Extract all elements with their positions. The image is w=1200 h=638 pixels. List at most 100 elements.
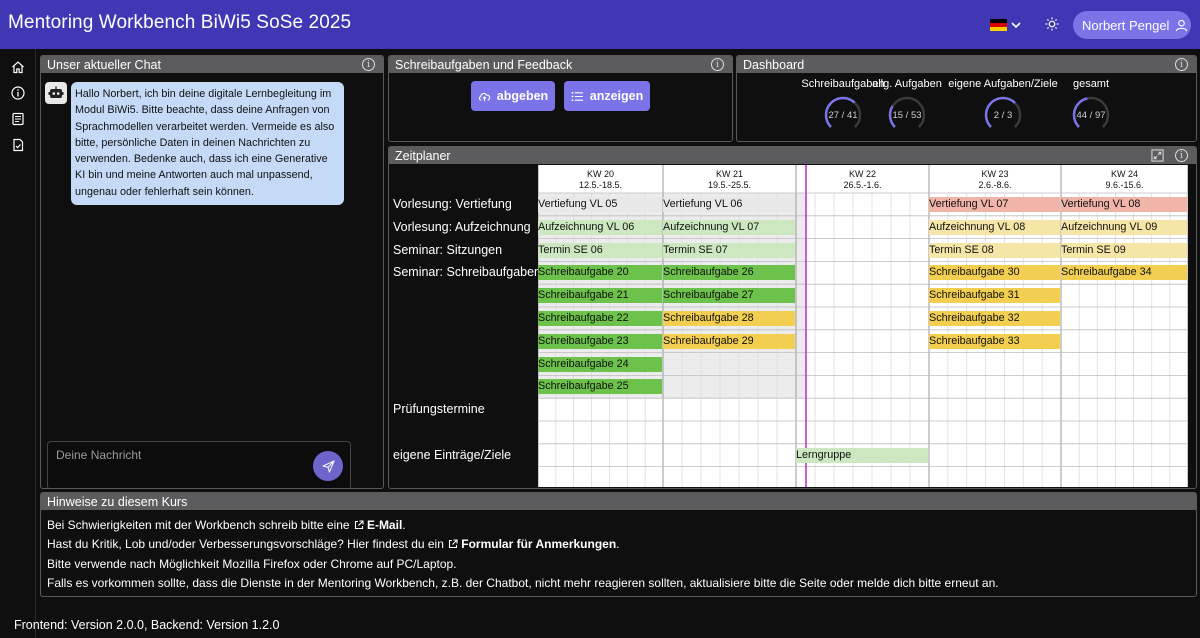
- timeline-item[interactable]: Schreibaufgabe 23: [538, 333, 662, 349]
- timeline-item[interactable]: Termin SE 09: [1061, 242, 1187, 258]
- timeline-item[interactable]: Aufzeichnung VL 08: [929, 219, 1060, 235]
- progress-gauge: 2 / 3: [983, 95, 1023, 135]
- timeline-item[interactable]: Schreibaufgabe 33: [929, 333, 1060, 349]
- left-navigation-rail: [0, 49, 36, 638]
- user-name: Norbert Pengel: [1082, 17, 1170, 33]
- gauge-value: 44 / 97: [1076, 109, 1106, 121]
- timeline-item[interactable]: Schreibaufgabe 21: [538, 288, 662, 304]
- hint-text: Bei Schwierigkeiten mit der Workbench sc…: [47, 518, 350, 532]
- week-range: 12.5.-18.5.: [578, 180, 623, 190]
- top-bar: Mentoring Workbench BiWi5 SoSe 2025 Norb…: [0, 0, 1200, 49]
- home-icon[interactable]: [10, 59, 26, 75]
- row-label: eigene Einträge/Ziele: [393, 447, 512, 462]
- user-menu-button[interactable]: Norbert Pengel: [1073, 11, 1191, 39]
- timeline-item[interactable]: Schreibaufgabe 31: [929, 288, 1060, 304]
- language-selector[interactable]: [990, 15, 1030, 35]
- message-placeholder: Deine Nachricht: [56, 448, 142, 462]
- week-header: KW 23 2.6.-8.6.: [929, 165, 1061, 193]
- hint-line: Hast du Kritik, Lob und/oder Verbesserun…: [47, 535, 1196, 554]
- week-number: KW 24: [1110, 169, 1138, 179]
- timeline-item[interactable]: Lerngruppe: [796, 447, 928, 463]
- cloud-upload-icon: [478, 92, 490, 101]
- timeline-item[interactable]: Vertiefung VL 07: [929, 197, 1060, 212]
- info-icon[interactable]: [10, 85, 26, 101]
- row-label: Seminar: Sitzungen: [393, 242, 503, 257]
- robot-icon: [45, 82, 67, 104]
- show-button[interactable]: anzeigen: [564, 81, 650, 111]
- timeline-item[interactable]: Schreibaufgabe 20: [538, 265, 662, 281]
- timeline-item[interactable]: Schreibaufgabe 34: [1061, 265, 1187, 281]
- show-label: anzeigen: [589, 89, 644, 103]
- week-header: KW 21 19.5.-25.5.: [663, 165, 796, 193]
- info-icon[interactable]: i: [711, 58, 724, 71]
- list-icon: [571, 91, 583, 101]
- row-label: Vorlesung: Vertiefung: [393, 197, 512, 211]
- timeline-item[interactable]: Schreibaufgabe 22: [538, 311, 662, 326]
- expand-icon[interactable]: [1151, 149, 1164, 162]
- send-icon: [321, 459, 335, 473]
- week-range: 26.5.-1.6.: [843, 180, 882, 190]
- german-flag-icon: [990, 18, 1007, 32]
- timeline-grid: KW 20 12.5.-18.5. KW 21 19.5.-25.5. KW 22 26.…: [538, 165, 1188, 487]
- external-link-icon: [449, 539, 458, 549]
- dashboard-panel: Dashboard i Schreibaufgaben 27 / 41 allg. …: [736, 55, 1197, 142]
- timeline-item[interactable]: Aufzeichnung VL 07: [663, 219, 795, 235]
- hint-text: .: [616, 537, 620, 552]
- send-button[interactable]: [313, 451, 343, 481]
- row-label: Seminar: Schreibaufgaben: [393, 265, 542, 280]
- email-link[interactable]: E-Mail: [367, 518, 402, 532]
- progress-gauge: 27 / 41: [823, 95, 863, 135]
- timeline-item[interactable]: Aufzeichnung VL 06: [538, 219, 662, 235]
- timeline-item[interactable]: Schreibaufgabe 28: [663, 311, 795, 326]
- hint-text: .: [402, 518, 406, 532]
- hint-line: Bei Schwierigkeiten mit der Workbench sc…: [47, 516, 1196, 535]
- timeline-item[interactable]: Termin SE 07: [663, 242, 795, 258]
- timeline-item[interactable]: Termin SE 08: [929, 242, 1060, 258]
- version-footer: Frontend: Version 2.0.0, Backend: Versio…: [14, 618, 280, 632]
- planner-panel-title: Zeitplaner: [395, 148, 451, 163]
- file-check-icon[interactable]: [10, 137, 26, 153]
- timeline-item[interactable]: Schreibaufgabe 27: [663, 288, 795, 304]
- chat-panel-title: Unser aktueller Chat: [47, 57, 161, 72]
- row-label: Prüfungstermine: [393, 402, 485, 417]
- week-number: KW 22: [848, 169, 876, 179]
- message-input[interactable]: Deine Nachricht: [47, 441, 351, 488]
- hints-panel-title: Hinweise zu diesem Kurs: [47, 494, 188, 509]
- chat-message: Hallo Norbert, ich bin deine digitale Le…: [71, 82, 344, 206]
- info-icon[interactable]: i: [1175, 58, 1188, 71]
- timeline-item[interactable]: Aufzeichnung VL 09: [1061, 219, 1187, 235]
- timeline-item[interactable]: Vertiefung VL 05: [538, 197, 662, 212]
- submit-label: abgeben: [496, 89, 549, 103]
- document-icon[interactable]: [10, 111, 26, 127]
- week-number: KW 20: [586, 169, 614, 179]
- tasks-panel-header: Schreibaufgaben und Feedback i: [389, 56, 732, 73]
- timeline-item[interactable]: Vertiefung VL 06: [663, 197, 795, 212]
- timeline-item[interactable]: Schreibaufgabe 32: [929, 311, 1060, 326]
- timeline-item[interactable]: Schreibaufgabe 30: [929, 265, 1060, 281]
- user-icon: [1176, 19, 1188, 31]
- gauge-value: 2 / 3: [993, 109, 1013, 121]
- timeline-item[interactable]: Termin SE 06: [538, 242, 662, 258]
- hint-text: Hast du Kritik, Lob und/oder Verbesserun…: [47, 537, 444, 552]
- gauge-value: 27 / 41: [828, 109, 858, 121]
- hints-panel-header: Hinweise zu diesem Kurs: [41, 493, 1196, 510]
- week-header: KW 20 12.5.-18.5.: [538, 165, 663, 193]
- timeline-item[interactable]: Vertiefung VL 08: [1061, 197, 1187, 212]
- week-range: 19.5.-25.5.: [707, 180, 752, 190]
- feedback-form-link[interactable]: Formular für Anmerkungen: [461, 537, 616, 551]
- progress-gauge: 44 / 97: [1071, 95, 1111, 135]
- hints-body: Bei Schwierigkeiten mit der Workbench sc…: [41, 510, 1196, 594]
- dashboard-panel-header: Dashboard i: [737, 56, 1196, 73]
- hint-line: Bitte verwende nach Möglichkeit Mozilla …: [47, 556, 457, 571]
- submit-button[interactable]: abgeben: [471, 81, 555, 111]
- info-icon[interactable]: i: [362, 58, 375, 71]
- timeline-item[interactable]: Schreibaufgabe 26: [663, 265, 795, 281]
- timeline-item[interactable]: Schreibaufgabe 25: [538, 379, 662, 395]
- sun-icon[interactable]: [1043, 15, 1061, 33]
- week-header: KW 24 9.6.-15.6.: [1061, 165, 1188, 193]
- timeline-item[interactable]: Schreibaufgabe 24: [538, 356, 662, 372]
- week-number: KW 23: [981, 169, 1009, 179]
- timeline-item[interactable]: Schreibaufgabe 29: [663, 333, 795, 349]
- planner-panel: Zeitplaner i Vorlesung: Vertiefung Vorles…: [388, 146, 1197, 489]
- info-icon[interactable]: i: [1175, 149, 1188, 162]
